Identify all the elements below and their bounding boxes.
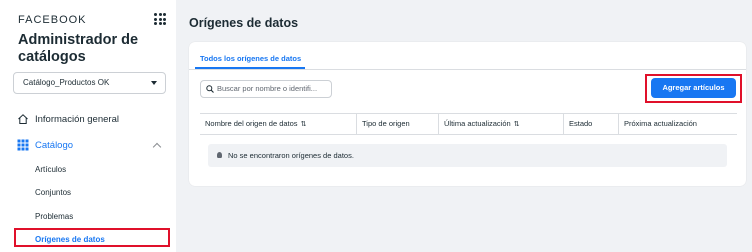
apps-grid-icon[interactable] bbox=[154, 13, 166, 25]
column-header-last-update[interactable]: Última actualización ⇅ bbox=[439, 114, 564, 134]
sort-icon[interactable]: ⇅ bbox=[514, 121, 520, 128]
highlight-box-add-button bbox=[645, 74, 742, 103]
nav-catalog-sets[interactable]: Conjuntos bbox=[35, 188, 71, 197]
search-input[interactable]: Buscar por nombre o identifi... bbox=[200, 80, 332, 98]
grid-icon bbox=[17, 139, 29, 151]
tab-all-data-sources[interactable]: Todos los orígenes de datos bbox=[200, 54, 301, 63]
home-icon bbox=[17, 113, 29, 125]
tab-divider bbox=[189, 69, 746, 70]
search-placeholder: Buscar por nombre o identifi... bbox=[217, 84, 318, 93]
highlight-box-data-sources bbox=[14, 228, 170, 247]
nav-catalog-articles[interactable]: Artículos bbox=[35, 165, 66, 174]
lightbulb-icon bbox=[217, 152, 222, 158]
caret-down-icon bbox=[151, 81, 157, 85]
catalog-select[interactable]: Catálogo_Productos OK bbox=[13, 72, 166, 94]
column-header-status-label: Estado bbox=[569, 119, 593, 128]
data-sources-card: Todos los orígenes de datos Buscar por n… bbox=[189, 42, 746, 186]
table-header: Nombre del origen de datos ⇅ Tipo de orig… bbox=[200, 113, 737, 135]
page-title: Orígenes de datos bbox=[189, 16, 299, 30]
column-header-name-label: Nombre del origen de datos bbox=[205, 119, 298, 128]
column-header-next-update: Próxima actualización bbox=[619, 114, 737, 134]
nav-catalog[interactable]: Catálogo bbox=[17, 139, 73, 151]
nav-catalog-label: Catálogo bbox=[35, 139, 74, 151]
catalog-select-value: Catálogo_Productos OK bbox=[23, 78, 110, 87]
column-header-type: Tipo de origen bbox=[357, 114, 439, 134]
column-header-status: Estado bbox=[564, 114, 619, 134]
app-title: Administrador de catálogos bbox=[18, 32, 139, 65]
sidebar: FACEBOOK Administrador de catálogos Catá… bbox=[0, 0, 176, 252]
empty-state-message: No se encontraron orígenes de datos. bbox=[208, 144, 727, 167]
nav-general-info-label: Información general bbox=[35, 113, 119, 125]
nav-general-info[interactable]: Información general bbox=[17, 113, 119, 125]
column-header-next-update-label: Próxima actualización bbox=[624, 119, 697, 128]
nav-catalog-issues[interactable]: Problemas bbox=[35, 212, 73, 221]
empty-state-text: No se encontraron orígenes de datos. bbox=[228, 151, 354, 160]
column-header-last-update-label: Última actualización bbox=[444, 119, 511, 128]
search-icon bbox=[206, 85, 214, 93]
column-header-type-label: Tipo de origen bbox=[362, 119, 410, 128]
chevron-up-icon[interactable] bbox=[152, 142, 162, 152]
column-header-name[interactable]: Nombre del origen de datos ⇅ bbox=[200, 114, 357, 134]
sort-icon[interactable]: ⇅ bbox=[301, 121, 307, 128]
brand-label: FACEBOOK bbox=[18, 14, 87, 26]
